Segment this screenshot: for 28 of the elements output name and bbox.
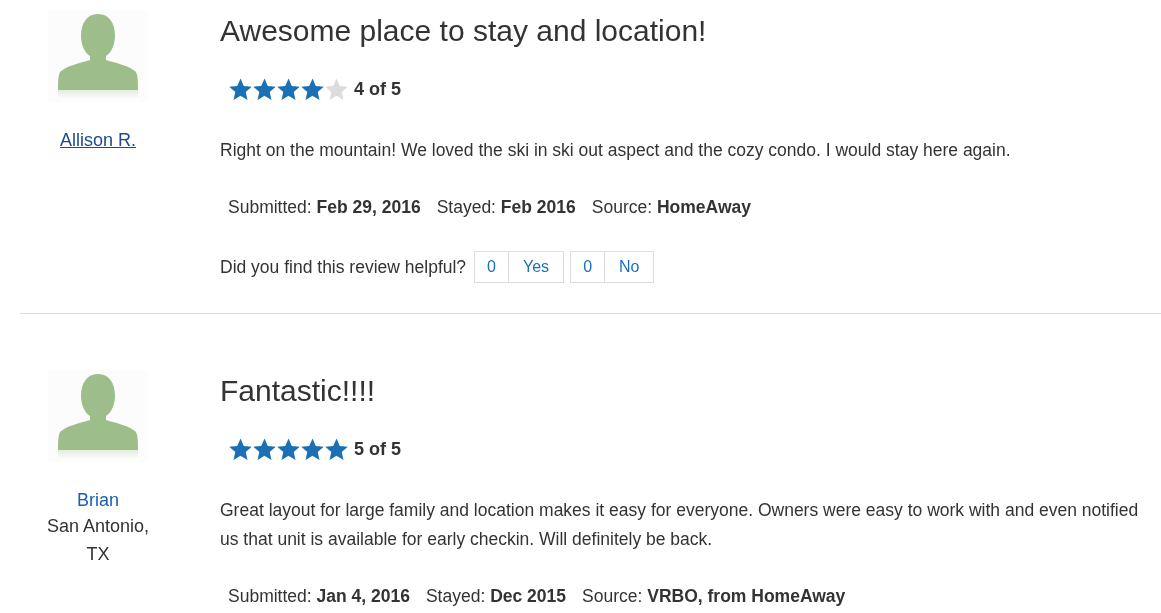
vote-button[interactable]: 0 Yes	[474, 251, 565, 283]
review-meta: Stayed: Dec 2015	[425, 586, 567, 607]
star-icon	[300, 77, 325, 102]
star-icon	[324, 77, 349, 102]
reviewer-location: San Antonio, TX	[45, 515, 151, 566]
reviewer-link[interactable]: Brian	[77, 488, 119, 512]
rating-text: 5 of 5	[354, 439, 401, 460]
review-title: Fantastic!!!!	[220, 373, 377, 409]
review-meta: Stayed: Feb 2016	[436, 197, 576, 218]
star-icon	[324, 437, 349, 462]
reviewer-link[interactable]: Allison R.	[60, 128, 136, 152]
vote-button[interactable]: 0 No	[570, 251, 655, 283]
review-title: Awesome place to stay and location!	[220, 13, 708, 49]
star-icon	[228, 437, 253, 462]
review-meta: Source: HomeAway	[591, 197, 751, 218]
review-meta: Submitted: Feb 29, 2016	[228, 197, 421, 218]
star-icon	[252, 77, 277, 102]
review-text: Right on the mountain! We loved the ski in ski out aspect and the cozy condo. I would stay here again.	[220, 139, 1012, 162]
star-icon	[252, 437, 277, 462]
star-icon	[228, 77, 253, 102]
review-text: Great layout for large family and location makes it easy for everyone. Owners were easy to work with and even notified us that unit is available for early checkin. Will definitely be back.	[220, 499, 1140, 551]
review-meta: Source: VRBO, from HomeAway	[582, 586, 846, 607]
star-icon	[300, 437, 325, 462]
star-icon	[276, 77, 301, 102]
rating-text: 4 of 5	[354, 79, 401, 100]
review-meta: Submitted: Jan 4, 2016	[228, 586, 410, 607]
helpful-question: Did you find this review helpful?	[220, 256, 467, 278]
star-icon	[276, 437, 301, 462]
